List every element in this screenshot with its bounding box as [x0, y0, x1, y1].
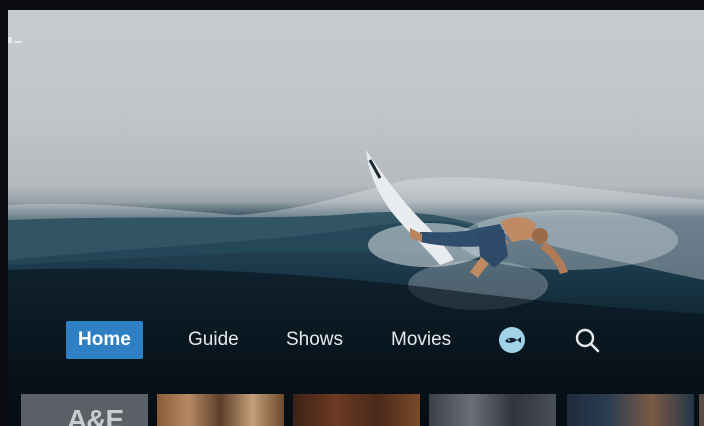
- thumbnail-show-3[interactable]: [293, 394, 420, 426]
- magnifier-glyph: [575, 328, 600, 353]
- hero-banner: [8, 10, 704, 426]
- thumbnail-title: A&E: [67, 404, 124, 426]
- thumbnail-bg: [157, 394, 284, 426]
- fish-glyph: [505, 337, 521, 343]
- thumbnail-bg: [293, 394, 420, 426]
- thumbnail-edge: [699, 394, 704, 426]
- thumbnail-show-5[interactable]: [567, 394, 694, 426]
- nav-guide[interactable]: Guide: [188, 321, 239, 359]
- content-row: A&E: [0, 394, 704, 426]
- thumbnail-bg: [699, 394, 704, 426]
- search-icon[interactable]: [573, 326, 601, 354]
- thumbnail-bg: [567, 394, 694, 426]
- main-nav: Home Guide Shows Movies: [0, 320, 704, 360]
- thumbnail-show-4[interactable]: [429, 394, 556, 426]
- surfer-wave-image: [8, 150, 704, 426]
- thumbnail-show-2[interactable]: [157, 394, 284, 426]
- nav-movies[interactable]: Movies: [391, 321, 451, 359]
- channel-logo-fragment: [8, 37, 22, 43]
- nav-shows[interactable]: Shows: [286, 321, 343, 359]
- thumbnail-ae[interactable]: A&E: [21, 394, 148, 426]
- nav-home[interactable]: Home: [66, 321, 143, 359]
- fish-avatar-icon[interactable]: [499, 327, 525, 353]
- tv-home-screen: Home Guide Shows Movies A&E: [0, 0, 704, 426]
- thumbnail-bg: [429, 394, 556, 426]
